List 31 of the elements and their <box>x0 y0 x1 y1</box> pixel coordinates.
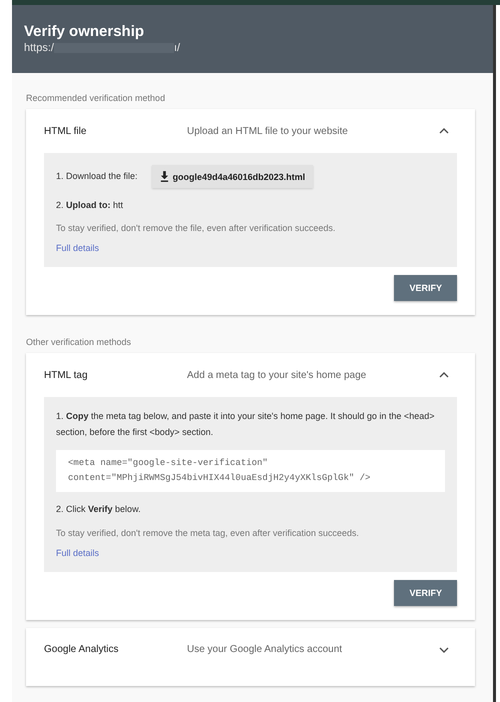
step-text: 1. Copy the meta tag below, and paste it into your site's home page. It should go in the <head> section, before the first <body> section. <box>56 410 436 439</box>
note-text: To stay verified, don't remove the meta tag, even after verification succeeds. <box>56 528 360 538</box>
section-label: Recommended verification method <box>25 93 166 103</box>
collapse-icon[interactable] <box>439 128 449 134</box>
step-text: 2. Upload to: htt <box>56 199 124 212</box>
download-button[interactable]: google49d4a46016db2023.html <box>152 165 314 188</box>
expand-icon[interactable] <box>439 646 449 653</box>
url-text: ı/ <box>174 42 180 54</box>
section-label: Other verification methods <box>25 337 132 348</box>
step-text: 1. Download the file: <box>56 170 138 183</box>
code-line: <meta name="google-site-verification" <box>68 456 269 470</box>
full-details-link[interactable]: Full details <box>56 548 100 558</box>
step-text: 2. Click Verify below. <box>56 503 142 516</box>
note-text: To stay verified, don't remove the file, even after verification succeeds. <box>56 223 336 234</box>
dialog-title: Verify ownership <box>24 23 146 40</box>
method-description: Use your Google Analytics account <box>187 644 344 656</box>
method-header[interactable]: Google Analytics Use your Google Analytics account <box>26 628 475 672</box>
method-header[interactable]: HTML file Upload an HTML file to your website <box>26 109 475 153</box>
download-icon <box>160 171 169 182</box>
collapse-icon[interactable] <box>439 372 449 378</box>
url-text: https:/ <box>24 42 54 54</box>
code-line: content="MPhjiRWMSgJ54bivHIX44l0uaEsdjH2y4yXKlsGplGk" /> <box>68 472 372 486</box>
method-name: HTML file <box>44 126 88 136</box>
method-name: HTML tag <box>44 370 89 381</box>
method-header[interactable]: HTML tag Add a meta tag to your site's home page <box>26 353 475 398</box>
method-description: Upload an HTML file to your website <box>187 126 349 136</box>
method-name: Google Analytics <box>44 644 120 656</box>
full-details-link[interactable]: Full details <box>56 243 100 254</box>
verify-button[interactable]: VERIFY <box>394 275 457 302</box>
verify-button[interactable]: VERIFY <box>394 580 457 606</box>
method-description: Add a meta tag to your site's home page <box>187 370 368 381</box>
